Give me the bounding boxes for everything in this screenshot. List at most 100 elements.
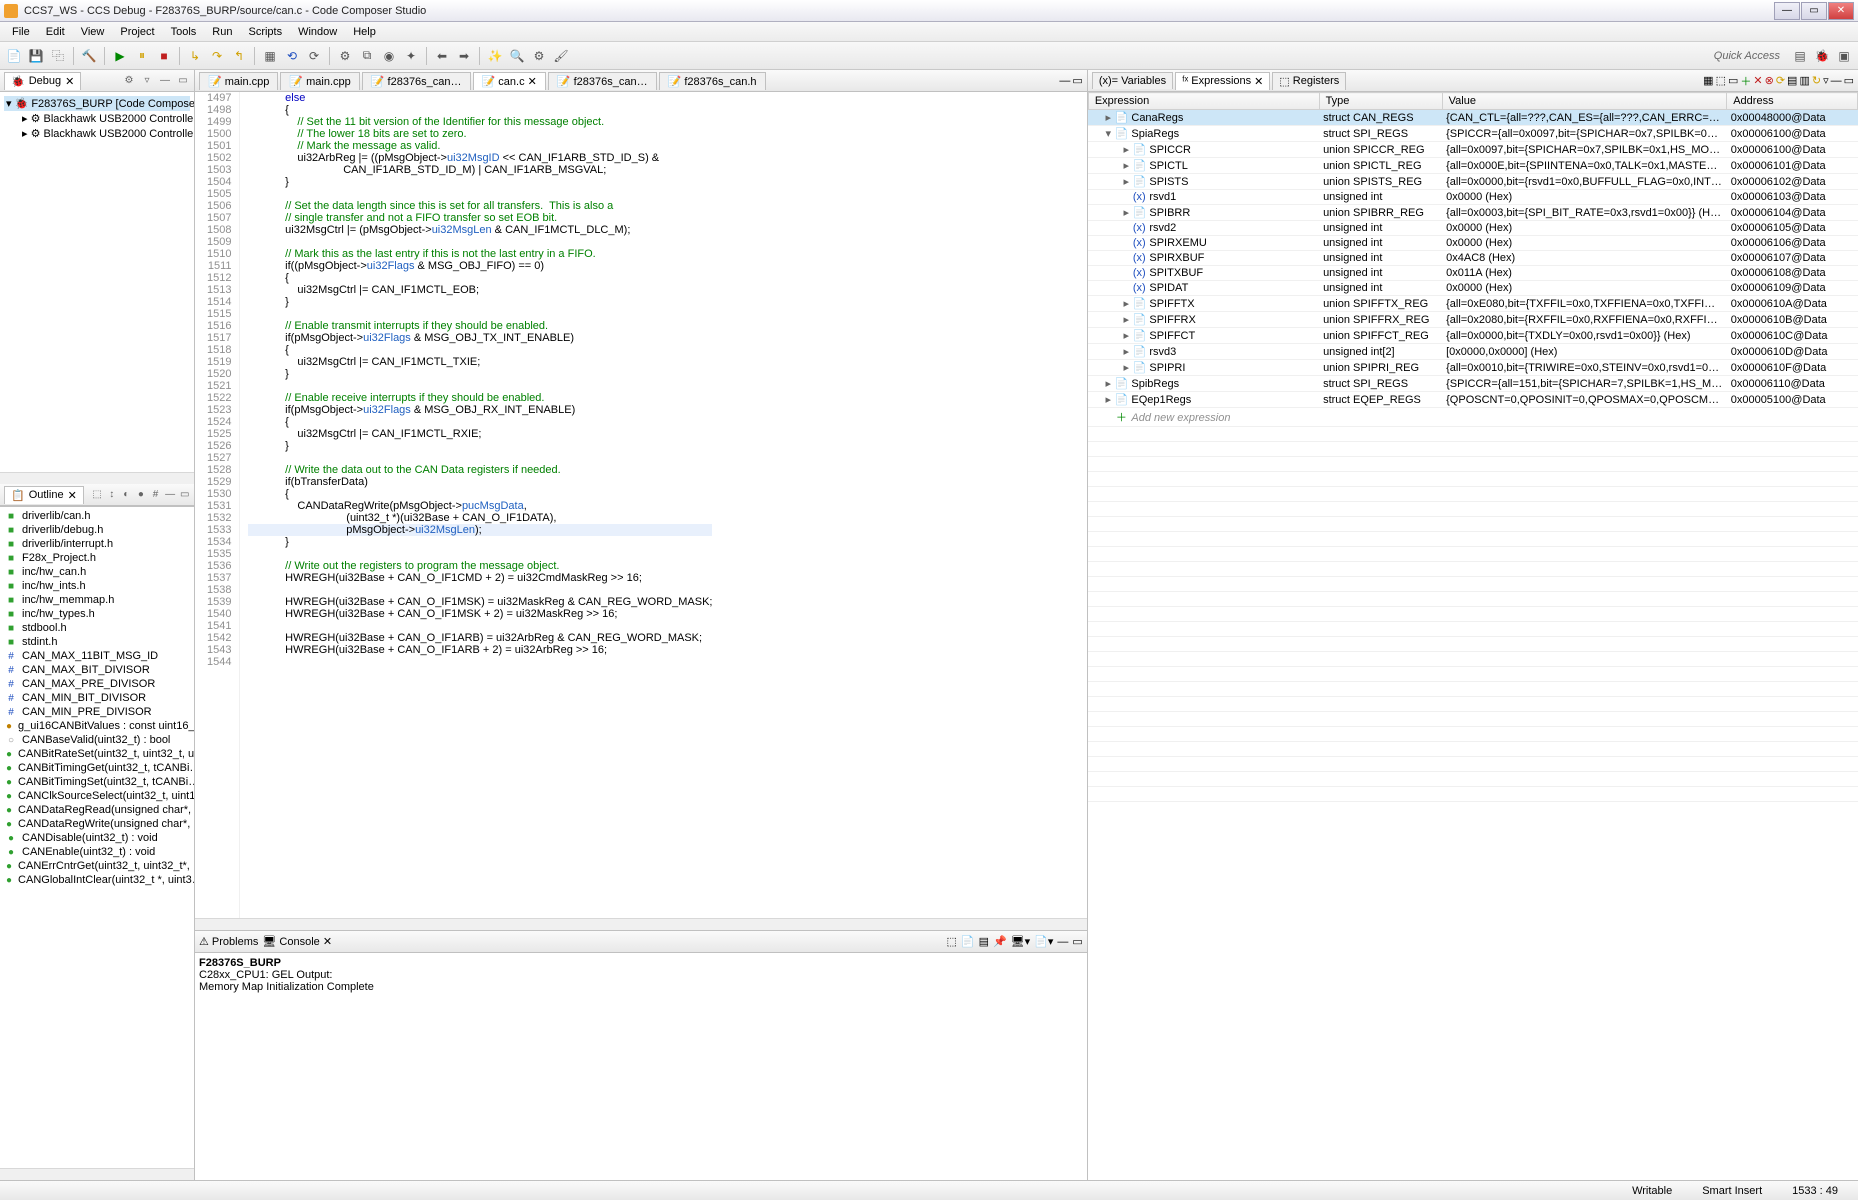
col-value[interactable]: Value — [1442, 93, 1727, 110]
outline-item[interactable]: ■stdint.h — [2, 635, 192, 649]
outline-item[interactable]: ■F28x_Project.h — [2, 551, 192, 565]
outline-tool2-icon[interactable]: ↕ — [106, 488, 117, 502]
outline-item[interactable]: ■inc/hw_memmap.h — [2, 593, 192, 607]
search-icon[interactable]: 🔍 — [507, 46, 527, 66]
step-return-icon[interactable]: ↰ — [229, 46, 249, 66]
expression-row[interactable]: ▸📄 SPISTSunion SPISTS_REG{all=0x0000,bit… — [1088, 174, 1857, 190]
perspective-debug-icon[interactable]: 🐞 — [1812, 46, 1832, 66]
expression-row[interactable]: (x) rsvd1unsigned int0x0000 (Hex)0x00006… — [1088, 190, 1857, 205]
tab-console[interactable]: 🖥 Console ✕ — [262, 935, 332, 948]
menu-scripts[interactable]: Scripts — [240, 24, 290, 40]
tab-registers[interactable]: ⬚ Registers — [1272, 72, 1346, 90]
editor-tab[interactable]: 📝 main.cpp — [280, 72, 359, 90]
menu-run[interactable]: Run — [204, 24, 240, 40]
expr-tool6-icon[interactable]: ▥ — [1799, 74, 1809, 87]
editor-ctrl-icon[interactable]: ▭ — [1072, 74, 1082, 87]
console-output[interactable]: F28376S_BURP C28xx_CPU1: GEL Output: Mem… — [195, 953, 1087, 1180]
expr-tool5-icon[interactable]: ▤ — [1787, 74, 1797, 87]
expr-tool7-icon[interactable]: ↻ — [1812, 74, 1821, 87]
editor-ctrl-icon[interactable]: — — [1059, 75, 1070, 87]
outline-item[interactable]: ■stdbool.h — [2, 621, 192, 635]
debug-tab[interactable]: 🐞 Debug ✕ — [4, 72, 81, 90]
menu-edit[interactable]: Edit — [38, 24, 73, 40]
outline-item[interactable]: ■driverlib/interrupt.h — [2, 537, 192, 551]
console-pin-icon[interactable]: 📌 — [993, 935, 1007, 948]
back-icon[interactable]: ⬅ — [432, 46, 452, 66]
outline-item[interactable]: ●CANBitTimingSet(uint32_t, tCANBi… — [2, 775, 192, 789]
brush-icon[interactable]: 🖌 — [551, 46, 571, 66]
outline-item[interactable]: ●CANErrCntrGet(uint32_t, uint32_t*, … — [2, 859, 192, 873]
expression-row[interactable]: ▸📄 SPICTLunion SPICTL_REG{all=0x000E,bit… — [1088, 158, 1857, 174]
expression-row[interactable]: ▸📄 SPIFFRXunion SPIFFRX_REG{all=0x2080,b… — [1088, 312, 1857, 328]
expr-removeall-icon[interactable]: ⊗ — [1765, 74, 1774, 87]
expression-row[interactable]: ▾📄 SpiaRegsstruct SPI_REGS{SPICCR={all=0… — [1088, 126, 1857, 142]
outline-item[interactable]: #CAN_MAX_BIT_DIVISOR — [2, 663, 192, 677]
build-icon[interactable]: 🔨 — [79, 46, 99, 66]
outline-item[interactable]: ■driverlib/can.h — [2, 509, 192, 523]
perspective-other-icon[interactable]: ▣ — [1834, 46, 1854, 66]
outline-item[interactable]: ■driverlib/debug.h — [2, 523, 192, 537]
outline-item[interactable]: ●CANEnable(uint32_t) : void — [2, 845, 192, 859]
expr-menu-icon[interactable]: ▿ — [1823, 74, 1829, 87]
resume-icon[interactable]: ▶ — [110, 46, 130, 66]
menu-project[interactable]: Project — [112, 24, 162, 40]
expr-max-icon[interactable]: ▭ — [1844, 74, 1854, 87]
outline-item[interactable]: ●CANDataRegWrite(unsigned char*, … — [2, 817, 192, 831]
outline-item[interactable]: ○CANBaseValid(uint32_t) : bool — [2, 733, 192, 747]
step-over-icon[interactable]: ↷ — [207, 46, 227, 66]
close-button[interactable]: ✕ — [1828, 2, 1854, 20]
save-all-icon[interactable]: ⿻ — [48, 46, 68, 66]
expression-row[interactable]: (x) SPIDATunsigned int0x0000 (Hex)0x0000… — [1088, 281, 1857, 296]
maximize-button[interactable]: ▭ — [1801, 2, 1827, 20]
console-tool1-icon[interactable]: ⬚ — [946, 935, 956, 948]
suspend-icon[interactable]: ⏸ — [132, 46, 152, 66]
expression-row[interactable]: ▸📄 SPIPRIunion SPIPRI_REG{all=0x0010,bit… — [1088, 360, 1857, 376]
outline-item[interactable]: #CAN_MIN_PRE_DIVISOR — [2, 705, 192, 719]
tab-expressions[interactable]: ᶠˣ Expressions ✕ — [1175, 72, 1270, 90]
outline-tool1-icon[interactable]: ⬚ — [92, 488, 103, 502]
step-into-icon[interactable]: ↳ — [185, 46, 205, 66]
save-icon[interactable]: 💾 — [26, 46, 46, 66]
expression-row[interactable]: (x) SPIRXEMUunsigned int0x0000 (Hex)0x00… — [1088, 236, 1857, 251]
expression-row[interactable]: (x) rsvd2unsigned int0x0000 (Hex)0x00006… — [1088, 221, 1857, 236]
expressions-table[interactable]: Expression Type Value Address ▸📄 CanaReg… — [1088, 92, 1858, 1180]
expr-min-icon[interactable]: — — [1831, 75, 1842, 87]
outline-item[interactable]: #CAN_MAX_11BIT_MSG_ID — [2, 649, 192, 663]
outline-item[interactable]: #CAN_MAX_PRE_DIVISOR — [2, 677, 192, 691]
editor-tab[interactable]: 📝 main.cpp — [199, 72, 278, 90]
tool2-icon[interactable]: ⧉ — [357, 46, 377, 66]
outline-item[interactable]: ●CANDisable(uint32_t) : void — [2, 831, 192, 845]
editor-tab[interactable]: 📝 f28376s_can… — [548, 72, 657, 90]
reset-icon[interactable]: ⟲ — [282, 46, 302, 66]
console-max-icon[interactable]: ▭ — [1072, 935, 1082, 948]
console-switch-icon[interactable]: 🖥▾ — [1011, 935, 1031, 948]
expression-row[interactable]: ▸📄 EQep1Regsstruct EQEP_REGS{QPOSCNT=0,Q… — [1088, 392, 1857, 408]
debug-node[interactable]: ▸ ⚙ Blackhawk USB2000 Controller_0/CPU… — [4, 126, 190, 141]
expression-row[interactable]: ▸📄 SPIFFCTunion SPIFFCT_REG{all=0x0000,b… — [1088, 328, 1857, 344]
outline-item[interactable]: ●CANBitTimingGet(uint32_t, tCANBi… — [2, 761, 192, 775]
tool4-icon[interactable]: ✦ — [401, 46, 421, 66]
menu-view[interactable]: View — [73, 24, 113, 40]
outline-item[interactable]: ■inc/hw_can.h — [2, 565, 192, 579]
perspective-edit-icon[interactable]: ▤ — [1790, 46, 1810, 66]
outline-tab[interactable]: 📋 Outline ✕ — [4, 486, 84, 504]
outline-max-icon[interactable]: ▭ — [179, 488, 190, 502]
expression-row[interactable]: (x) SPIRXBUFunsigned int0x4AC8 (Hex)0x00… — [1088, 251, 1857, 266]
debug-toolbar-icon[interactable]: ⚙ — [122, 74, 136, 88]
console-min-icon[interactable]: — — [1057, 936, 1068, 948]
maximize-view-icon[interactable]: ▭ — [176, 74, 190, 88]
quick-access[interactable]: Quick Access — [1706, 50, 1788, 62]
outline-min-icon[interactable]: — — [165, 488, 176, 502]
expr-add-icon[interactable]: ＋ — [1740, 73, 1751, 89]
wand-icon[interactable]: ✨ — [485, 46, 505, 66]
minimize-view-icon[interactable]: — — [158, 74, 172, 88]
expr-remove-icon[interactable]: ✕ — [1753, 74, 1762, 87]
tool1-icon[interactable]: ⚙ — [335, 46, 355, 66]
gear-icon[interactable]: ⚙ — [529, 46, 549, 66]
menu-tools[interactable]: Tools — [163, 24, 205, 40]
restart-icon[interactable]: ⟳ — [304, 46, 324, 66]
menu-file[interactable]: File — [4, 24, 38, 40]
outline-item[interactable]: ●CANGlobalIntClear(uint32_t *, uint3… — [2, 873, 192, 887]
grid-icon[interactable]: ▦ — [260, 46, 280, 66]
expression-row[interactable]: ▸📄 rsvd3unsigned int[2][0x0000,0x0000] (… — [1088, 344, 1857, 360]
